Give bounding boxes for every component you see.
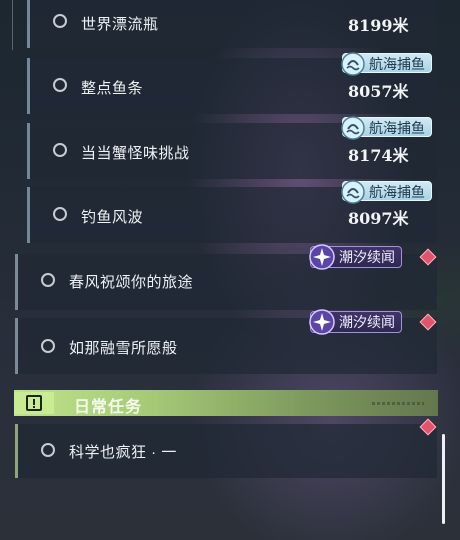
tag-label: 潮汐续闻 (339, 314, 395, 330)
quest-title: 世界漂流瓶 (81, 16, 159, 33)
quest-item-world-drift-bottle[interactable]: 世界漂流瓶 8199米 (27, 0, 437, 48)
quest-title: 科学也疯狂 · 一 (69, 444, 177, 461)
anchor-wave-icon (341, 180, 365, 204)
tide-story-badge: 潮汐续闻 (309, 309, 402, 335)
quest-status-circle (41, 339, 55, 353)
quest-item-science-crazy[interactable]: 科学也疯狂 · 一 (15, 424, 437, 478)
sail-fishing-badge: 航海捕鱼 (341, 180, 432, 204)
tag-label: 航海捕鱼 (369, 184, 425, 200)
exclamation-box-icon (14, 392, 54, 414)
anchor-wave-icon (341, 52, 365, 76)
scrollbar-thumb[interactable] (442, 434, 445, 524)
quest-distance: 8097米 (348, 209, 409, 228)
quest-title: 钓鱼风波 (81, 209, 144, 226)
sail-fishing-badge: 航海捕鱼 (341, 52, 432, 76)
left-divider (12, 0, 13, 50)
tide-story-badge: 潮汐续闻 (309, 244, 402, 270)
quest-status-circle (53, 14, 67, 28)
quest-title: 整点鱼条 (81, 80, 144, 97)
anchor-wave-icon (341, 116, 365, 140)
quest-status-circle (41, 273, 55, 287)
quest-status-circle (53, 78, 67, 92)
sparkle-icon (309, 309, 335, 335)
quest-distance: 8199米 (348, 16, 409, 35)
quest-status-circle (53, 143, 67, 157)
quest-status-circle (41, 443, 55, 457)
quest-status-circle (53, 207, 67, 221)
tag-label: 航海捕鱼 (369, 56, 425, 72)
quest-title: 春风祝颂你的旅途 (69, 274, 194, 291)
quest-distance: 8057米 (348, 82, 409, 101)
quest-distance: 8174米 (348, 146, 409, 165)
exclamation-glyph (26, 395, 42, 411)
sail-fishing-badge: 航海捕鱼 (341, 116, 432, 140)
quest-title: 当当蟹怪味挑战 (81, 145, 190, 162)
sparkle-icon (309, 244, 335, 270)
tag-label: 潮汐续闻 (339, 249, 395, 265)
tag-label: 航海捕鱼 (369, 120, 425, 136)
quest-list-panel: 世界漂流瓶 8199米 整点鱼条 8057米 航海捕鱼 当当蟹怪味挑战 8174… (0, 0, 460, 540)
daily-section-title: 日常任务 (74, 399, 143, 416)
quest-title: 如那融雪所愿般 (69, 340, 178, 357)
header-decoration (372, 402, 424, 405)
